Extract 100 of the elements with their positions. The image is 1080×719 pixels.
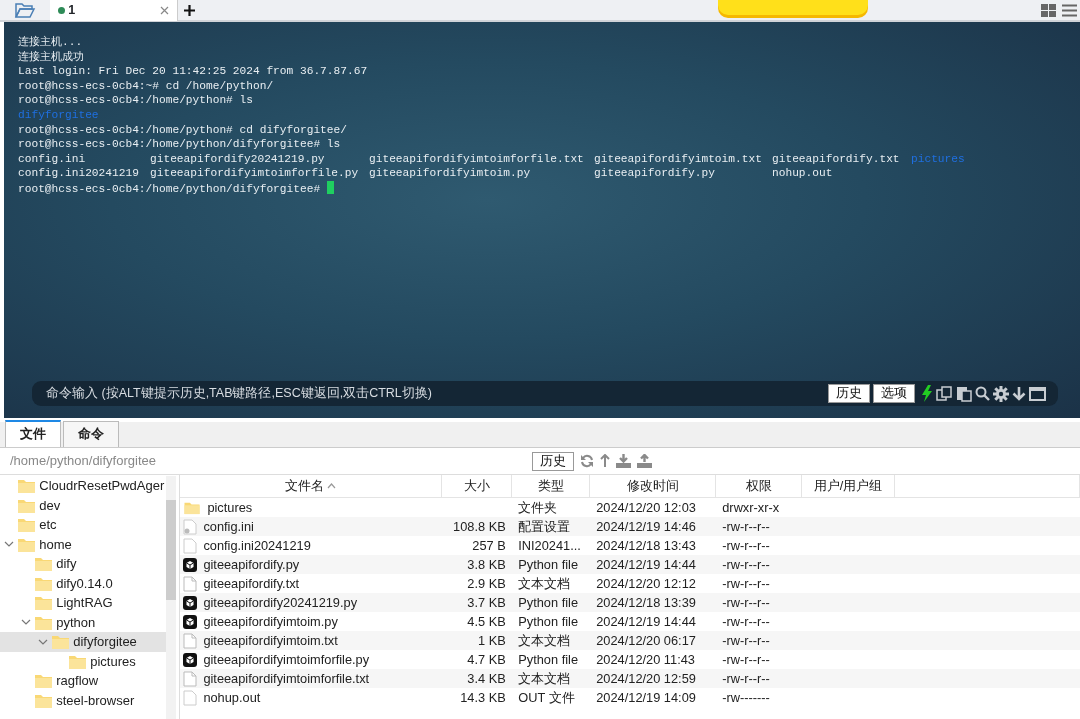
modified-time: 2024/12/20 06:17	[596, 633, 696, 648]
file-name[interactable]: giteeapifordify.py	[203, 555, 300, 574]
tree-item[interactable]: dify	[0, 554, 166, 574]
file-name: nohup.out	[772, 166, 834, 181]
file-name: giteeapifordifyimtoimforfile.txt	[369, 151, 585, 167]
modified-time: 2024/12/19 14:09	[596, 690, 696, 705]
python-file-icon	[183, 652, 198, 667]
tree-item[interactable]: home	[0, 534, 166, 554]
copy-icon[interactable]	[936, 385, 953, 402]
permissions: -rw-r--r--	[722, 576, 770, 591]
tree-item[interactable]: pictures	[0, 651, 166, 671]
file-name: giteeapifordifyimtoim.txt	[594, 151, 763, 167]
modified-time: 2024/12/20 12:12	[596, 576, 696, 591]
terminal-line: root@hcss-ecs-0cb4:/home/python/difyforgitee#	[18, 182, 322, 195]
file-name: config.ini	[18, 151, 87, 167]
file-name: giteeapifordify.py	[594, 166, 716, 181]
permissions: -rw-r--r--	[722, 652, 770, 667]
add-tab-icon[interactable]	[184, 4, 195, 16]
file-name[interactable]: giteeapifordify20241219.py	[203, 593, 358, 612]
file-type: 配置设置	[518, 519, 571, 534]
tree-item[interactable]: ragflow	[0, 671, 166, 691]
file-icon	[183, 689, 198, 706]
permissions: -rw-r--r--	[722, 614, 770, 629]
panel-tab[interactable]: 文件	[5, 420, 61, 447]
file-name[interactable]: config.ini20241219	[203, 536, 311, 555]
command-input[interactable]: 命令输入 (按ALT键提示历史,TAB键路径,ESC键返回,双击CTRL切换)	[32, 381, 828, 406]
column-header[interactable]: 大小	[442, 475, 512, 497]
file-name[interactable]: nohup.out	[203, 688, 261, 707]
file-size: 14.3 KB	[460, 690, 506, 705]
file-type: 文本文档	[518, 576, 571, 591]
tree-item[interactable]: LightRAG	[0, 593, 166, 613]
column-header[interactable]: 修改时间	[590, 475, 716, 497]
column-header[interactable]: 文件名	[180, 475, 442, 497]
modified-time: 2024/12/18 13:43	[596, 538, 696, 553]
history-button[interactable]: 历史	[532, 451, 574, 471]
modified-time: 2024/12/19 14:44	[596, 557, 696, 572]
file-type: Python file	[518, 652, 578, 667]
terminal-line: root@hcss-ecs-0cb4:~# cd /home/python/	[18, 79, 274, 92]
terminal-line: root@hcss-ecs-0cb4:/home/python# cd difyforgitee/	[18, 123, 347, 136]
terminal-line: root@hcss-ecs-0cb4:/home/python# ls	[18, 94, 253, 107]
grid-icon[interactable]	[1040, 3, 1056, 17]
settings-icon[interactable]	[992, 385, 1009, 402]
file-type: OUT 文件	[518, 690, 575, 705]
file-name[interactable]: giteeapifordifyimtoimforfile.txt	[203, 669, 370, 688]
modified-time: 2024/12/19 14:44	[596, 614, 696, 629]
permissions: -rw-r--r--	[722, 519, 770, 534]
window-icon[interactable]	[1029, 386, 1046, 401]
file-size: 108.8 KB	[453, 519, 506, 534]
terminal-line: Last login: Fri Dec 20 11:42:25 2024 from 36.7.87.67	[18, 65, 368, 78]
folder-open-icon[interactable]	[14, 2, 36, 18]
upload-icon[interactable]	[637, 454, 652, 468]
tree-item[interactable]: steel-browser	[0, 690, 166, 710]
panel-tab[interactable]: 命令	[63, 421, 119, 447]
permissions: -rw-r--r--	[722, 538, 770, 553]
column-header[interactable]: 类型	[512, 475, 590, 497]
folder-icon	[34, 594, 54, 612]
session-tab[interactable]: 1	[50, 0, 178, 21]
file-name[interactable]: giteeapifordify.txt	[203, 574, 300, 593]
lightning-icon[interactable]	[921, 385, 934, 402]
column-header[interactable]: 用户/用户组	[802, 475, 895, 497]
sort-caret-icon[interactable]	[327, 483, 337, 489]
tree-item[interactable]: python	[0, 612, 166, 632]
terminal-line: 连接主机...	[18, 36, 83, 48]
folder-icon	[17, 516, 37, 534]
tree-item[interactable]: difyforgitee	[0, 632, 166, 652]
file-type: 文本文档	[518, 633, 571, 648]
terminal-line: 连接主机成功	[18, 50, 84, 63]
file-name[interactable]: giteeapifordifyimtoim.txt	[203, 631, 338, 650]
modified-time: 2024/12/20 12:03	[596, 500, 696, 515]
file-size: 257 B	[472, 538, 506, 553]
file-name[interactable]: config.ini	[203, 517, 254, 536]
file-type: INI20241...	[518, 538, 581, 553]
tree-item[interactable]: dev	[0, 495, 166, 515]
modified-time: 2024/12/18 13:39	[596, 595, 696, 610]
file-size: 2.9 KB	[467, 576, 506, 591]
permissions: -rw-r--r--	[722, 557, 770, 572]
column-header[interactable]: 权限	[716, 475, 802, 497]
toolbar-button[interactable]: 选项	[873, 384, 915, 403]
paste-icon[interactable]	[955, 385, 972, 402]
modified-time: 2024/12/20 11:43	[596, 652, 695, 667]
folder-icon	[183, 500, 202, 515]
close-icon[interactable]	[160, 5, 169, 15]
tree-item[interactable]: etc	[0, 515, 166, 535]
terminal-line: root@hcss-ecs-0cb4:/home/python/difyforgitee# ls	[18, 138, 341, 151]
file-name[interactable]: pictures	[207, 498, 253, 517]
file-name[interactable]: giteeapifordifyimtoim.py	[203, 612, 338, 631]
arrow-up-icon[interactable]	[600, 454, 610, 468]
search-icon[interactable]	[974, 386, 990, 401]
toolbar-button[interactable]: 历史	[827, 384, 870, 403]
file-name: giteeapifordify.txt	[772, 151, 901, 167]
arrow-down-icon[interactable]	[1011, 386, 1026, 401]
file-name: config.ini20241219	[18, 166, 140, 181]
file-name[interactable]: giteeapifordifyimtoimforfile.py	[203, 650, 370, 669]
tree-item[interactable]: dify0.14.0	[0, 573, 166, 593]
refresh-icon[interactable]	[580, 454, 594, 468]
permissions: -rw-r--r--	[722, 595, 770, 610]
tree-item[interactable]: CloudrResetPwdAger	[0, 476, 166, 496]
download-icon[interactable]	[616, 454, 631, 468]
scrollbar-thumb[interactable]	[166, 500, 176, 600]
menu-icon[interactable]	[1061, 3, 1077, 17]
